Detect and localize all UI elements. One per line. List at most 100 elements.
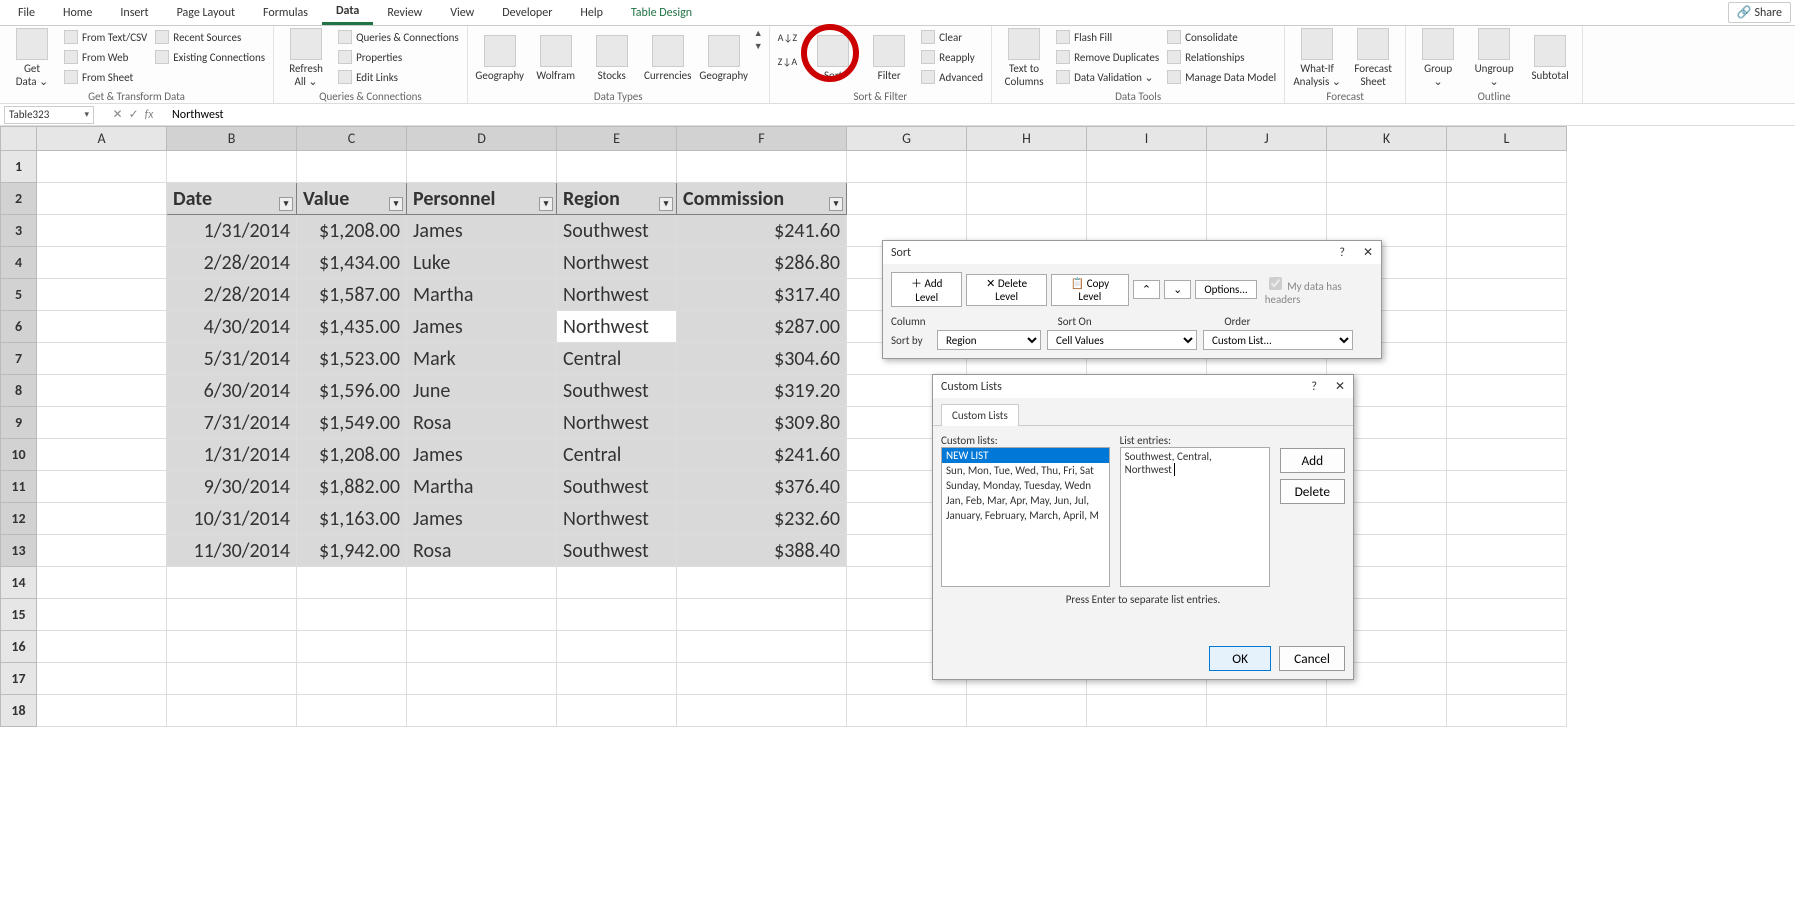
cell-E17[interactable] (557, 663, 677, 695)
close-icon[interactable]: ✕ (1335, 380, 1345, 394)
cell-D6[interactable]: James (407, 311, 557, 343)
move-up-button[interactable]: ⌃ (1133, 280, 1160, 299)
cell-F15[interactable] (677, 599, 847, 631)
cell-C15[interactable] (297, 599, 407, 631)
cell-E3[interactable]: Southwest (557, 215, 677, 247)
close-icon[interactable]: ✕ (1363, 246, 1373, 260)
row-header-8[interactable]: 8 (1, 375, 37, 407)
cell-F7[interactable]: $304.60 (677, 343, 847, 375)
cell-D7[interactable]: Mark (407, 343, 557, 375)
tab-help[interactable]: Help (566, 2, 617, 24)
cell-B8[interactable]: 6/30/2014 (167, 375, 297, 407)
from-web-button[interactable]: From Web (62, 48, 149, 66)
column-header-K[interactable]: K (1327, 127, 1447, 151)
custom-list-item[interactable]: January, February, March, April, M (942, 508, 1109, 523)
cell-E10[interactable]: Central (557, 439, 677, 471)
copy-level-button[interactable]: 📋 Copy Level (1051, 274, 1129, 306)
cell-H1[interactable] (967, 151, 1087, 183)
cell-C13[interactable]: $1,942.00 (297, 535, 407, 567)
cell-E13[interactable]: Southwest (557, 535, 677, 567)
cell-E9[interactable]: Northwest (557, 407, 677, 439)
tab-review[interactable]: Review (373, 2, 436, 24)
cell-F2[interactable]: Commission▾ (677, 183, 847, 215)
refresh-all-button[interactable]: Refresh All ⌄ (280, 28, 332, 88)
cell-D3[interactable]: James (407, 215, 557, 247)
cell-D11[interactable]: Martha (407, 471, 557, 503)
add-level-button[interactable]: ＋ Add Level (891, 272, 962, 307)
list-entries-input[interactable]: Southwest, Central, Northwest (1120, 447, 1270, 587)
cell-L2[interactable] (1447, 183, 1567, 215)
row-header-18[interactable]: 18 (1, 695, 37, 727)
tab-table-design[interactable]: Table Design (617, 2, 706, 24)
cell-F9[interactable]: $309.80 (677, 407, 847, 439)
cell-L8[interactable] (1447, 375, 1567, 407)
row-header-5[interactable]: 5 (1, 279, 37, 311)
cell-B16[interactable] (167, 631, 297, 663)
column-header-B[interactable]: B (167, 127, 297, 151)
cell-C5[interactable]: $1,587.00 (297, 279, 407, 311)
remove-duplicates-button[interactable]: Remove Duplicates (1054, 48, 1161, 66)
cell-D1[interactable] (407, 151, 557, 183)
existing-connections-button[interactable]: Existing Connections (153, 48, 267, 66)
help-icon[interactable]: ? (1339, 246, 1345, 260)
reapply-button[interactable]: Reapply (919, 48, 985, 66)
tab-insert[interactable]: Insert (106, 2, 162, 24)
cell-E4[interactable]: Northwest (557, 247, 677, 279)
filter-button[interactable]: Filter (863, 28, 915, 88)
cell-C6[interactable]: $1,435.00 (297, 311, 407, 343)
properties-button[interactable]: Properties (336, 48, 461, 66)
cell-J2[interactable] (1207, 183, 1327, 215)
cell-B12[interactable]: 10/31/2014 (167, 503, 297, 535)
tab-view[interactable]: View (436, 2, 488, 24)
cell-A12[interactable] (37, 503, 167, 535)
cell-C11[interactable]: $1,882.00 (297, 471, 407, 503)
custom-lists-tab[interactable]: Custom Lists (941, 404, 1019, 426)
cell-L7[interactable] (1447, 343, 1567, 375)
column-header-C[interactable]: C (297, 127, 407, 151)
tab-data[interactable]: Data (322, 0, 373, 25)
cell-J1[interactable] (1207, 151, 1327, 183)
sort-on-select[interactable]: Cell Values (1047, 330, 1197, 350)
cell-B17[interactable] (167, 663, 297, 695)
cell-F10[interactable]: $241.60 (677, 439, 847, 471)
cell-D17[interactable] (407, 663, 557, 695)
delete-button[interactable]: Delete (1280, 479, 1345, 504)
cell-L5[interactable] (1447, 279, 1567, 311)
row-header-1[interactable]: 1 (1, 151, 37, 183)
cell-C9[interactable]: $1,549.00 (297, 407, 407, 439)
sort-asc-button[interactable]: A↓Z (776, 28, 800, 46)
custom-list-item[interactable]: Sun, Mon, Tue, Wed, Thu, Fri, Sat (942, 463, 1109, 478)
column-header-H[interactable]: H (967, 127, 1087, 151)
cell-K18[interactable] (1327, 695, 1447, 727)
cell-F3[interactable]: $241.60 (677, 215, 847, 247)
data-type-stocks[interactable]: Stocks (586, 28, 638, 88)
row-header-10[interactable]: 10 (1, 439, 37, 471)
tab-file[interactable]: File (4, 2, 49, 24)
row-header-2[interactable]: 2 (1, 183, 37, 215)
cell-D13[interactable]: Rosa (407, 535, 557, 567)
cell-B1[interactable] (167, 151, 297, 183)
cell-A16[interactable] (37, 631, 167, 663)
delete-level-button[interactable]: ✕ Delete Level (966, 274, 1046, 306)
row-header-14[interactable]: 14 (1, 567, 37, 599)
filter-dropdown-icon[interactable]: ▾ (829, 197, 843, 211)
consolidate-button[interactable]: Consolidate (1165, 28, 1278, 46)
cell-F6[interactable]: $287.00 (677, 311, 847, 343)
cell-B11[interactable]: 9/30/2014 (167, 471, 297, 503)
cell-E7[interactable]: Central (557, 343, 677, 375)
cell-C2[interactable]: Value▾ (297, 183, 407, 215)
cell-F4[interactable]: $286.80 (677, 247, 847, 279)
cell-F5[interactable]: $317.40 (677, 279, 847, 311)
filter-dropdown-icon[interactable]: ▾ (659, 197, 673, 211)
cell-B4[interactable]: 2/28/2014 (167, 247, 297, 279)
data-validation-button[interactable]: Data Validation ⌄ (1054, 68, 1161, 86)
cell-E14[interactable] (557, 567, 677, 599)
cell-C1[interactable] (297, 151, 407, 183)
edit-links-button[interactable]: Edit Links (336, 68, 461, 86)
share-button[interactable]: 🔗 Share (1728, 2, 1791, 23)
cell-D14[interactable] (407, 567, 557, 599)
cell-A2[interactable] (37, 183, 167, 215)
cell-K1[interactable] (1327, 151, 1447, 183)
cell-A4[interactable] (37, 247, 167, 279)
cell-F11[interactable]: $376.40 (677, 471, 847, 503)
